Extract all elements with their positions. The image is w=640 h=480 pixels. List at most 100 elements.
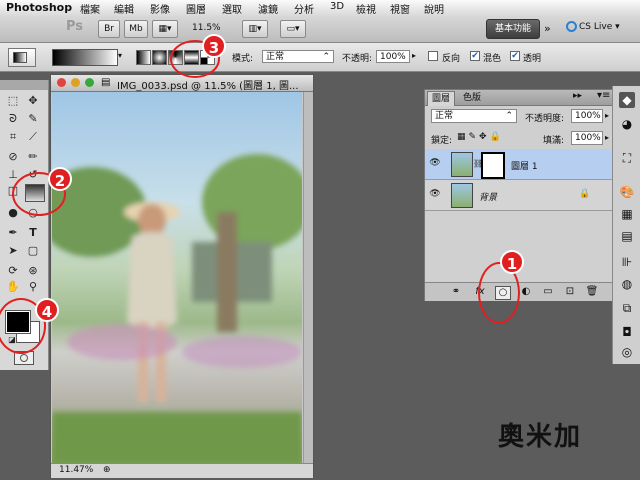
menu-layer[interactable]: 圖層 xyxy=(186,1,206,16)
zoom-tool-icon[interactable]: ⚲ xyxy=(25,280,41,294)
masks-icon[interactable]: ◍ xyxy=(619,276,635,292)
workspace-button[interactable]: 基本功能 xyxy=(486,19,540,39)
hand-tool-icon[interactable]: ✋ xyxy=(5,280,21,294)
lasso-tool-icon[interactable]: ᘐ xyxy=(5,112,21,126)
app-menu[interactable]: Photoshop xyxy=(6,1,72,14)
arrange-documents-button[interactable]: ▥▾ xyxy=(242,20,268,38)
3d-rotate-tool-icon[interactable]: ⟳ xyxy=(5,264,21,278)
radial-gradient-button[interactable] xyxy=(152,50,167,65)
zoom-level[interactable]: 11.5% xyxy=(192,23,221,33)
layer-blend-mode-select[interactable]: 正常 ⌃ xyxy=(431,109,517,123)
tab-layers[interactable]: 圖層 xyxy=(427,91,456,106)
gradient-picker[interactable] xyxy=(52,49,118,66)
visibility-eye-icon[interactable]: 👁 xyxy=(429,189,441,199)
maximize-icon[interactable] xyxy=(85,78,94,87)
menu-view[interactable]: 檢視 xyxy=(356,1,376,16)
minimize-icon[interactable] xyxy=(71,78,80,87)
menu-filter[interactable]: 濾鏡 xyxy=(258,1,278,16)
visibility-eye-icon[interactable]: 👁 xyxy=(429,158,441,168)
transparency-label: 透明 xyxy=(523,54,542,64)
histogram-icon[interactable]: ◎ xyxy=(619,344,635,360)
screen-mode-button[interactable]: ▭▾ xyxy=(280,20,306,38)
status-info-icon[interactable]: ⊕ xyxy=(103,465,111,475)
styles-icon[interactable]: ▤ xyxy=(619,228,635,244)
layer-thumbnail[interactable] xyxy=(451,152,473,177)
collapse-panel-icon[interactable]: ▸▸ xyxy=(573,91,582,101)
3d-orbit-tool-icon[interactable]: ⊛ xyxy=(25,264,41,278)
layer-name[interactable]: 圖層 1 xyxy=(511,159,538,172)
tab-channels[interactable]: 色版 xyxy=(459,91,485,105)
path-selection-tool-icon[interactable]: ➤ xyxy=(5,244,21,258)
document-title: IMG_0033.psd @ 11.5% (圖層 1, 圖... xyxy=(117,81,299,92)
link-layers-icon[interactable]: ⚭ xyxy=(449,286,463,298)
transparency-checkbox[interactable]: ✔ xyxy=(510,51,520,61)
pen-tool-icon[interactable]: ✒ xyxy=(5,226,21,240)
cs-live-button[interactable]: CS Live ▾ xyxy=(566,21,620,32)
delete-layer-icon[interactable]: 🗑 xyxy=(585,286,599,298)
fill-field[interactable]: 100% xyxy=(571,131,603,145)
linear-gradient-button[interactable] xyxy=(136,50,151,65)
opacity-dropdown-icon[interactable]: ▸ xyxy=(412,51,416,60)
eyedropper-tool-icon[interactable]: ⟋ xyxy=(25,130,41,144)
lock-options-icon[interactable]: ▦✎✥🔒 xyxy=(457,132,504,142)
layer-row-background[interactable]: 👁 背景 🔒 xyxy=(425,180,612,211)
panel-menu-icon[interactable]: ▾≡ xyxy=(597,90,610,101)
tools-panel-header[interactable] xyxy=(0,80,48,90)
mode-select[interactable]: 正常 ⌃ xyxy=(262,50,334,63)
menu-file[interactable]: 檔案 xyxy=(80,1,100,16)
fill-arrow-icon[interactable]: ▸ xyxy=(605,133,609,142)
gradient-dropdown-icon[interactable]: ▾ xyxy=(118,51,122,60)
navigator-icon[interactable]: ⛶ xyxy=(619,150,635,166)
move-tool-icon[interactable]: ✥ xyxy=(25,94,41,108)
menu-help[interactable]: 說明 xyxy=(424,1,444,16)
menu-window[interactable]: 視窗 xyxy=(390,1,410,16)
brush-tool-icon[interactable]: ✏ xyxy=(25,150,41,164)
dither-label: 混色 xyxy=(483,54,502,64)
zoom-percentage[interactable]: 11.47% xyxy=(59,465,93,475)
menu-analysis[interactable]: 分析 xyxy=(294,1,314,16)
crop-tool-icon[interactable]: ⌗ xyxy=(5,130,21,144)
layer-mask-thumbnail[interactable] xyxy=(481,152,505,179)
watermark-logo: 奧米加 xyxy=(498,422,583,452)
new-layer-icon[interactable]: ⊡ xyxy=(563,286,577,298)
vertical-scrollbar[interactable] xyxy=(303,92,313,463)
menu-edit[interactable]: 編輯 xyxy=(114,1,134,16)
bridge-button[interactable]: Br xyxy=(98,20,120,38)
quick-select-tool-icon[interactable]: ✎ xyxy=(25,112,41,126)
reverse-checkbox[interactable] xyxy=(428,51,438,61)
menu-3d[interactable]: 3D xyxy=(330,1,344,12)
layer-opacity-field[interactable]: 100% xyxy=(571,109,603,123)
tool-preset-picker[interactable] xyxy=(8,48,36,67)
3d-panel-icon[interactable]: ◆ xyxy=(619,92,635,108)
channels-icon[interactable]: ⧉ xyxy=(619,300,635,316)
close-icon[interactable] xyxy=(57,78,66,87)
menu-select[interactable]: 選取 xyxy=(222,1,242,16)
layer-opacity-arrow-icon[interactable]: ▸ xyxy=(605,111,609,120)
canvas-photo[interactable] xyxy=(52,92,302,463)
dither-checkbox[interactable]: ✔ xyxy=(470,51,480,61)
layer-opacity-label: 不透明度: xyxy=(525,114,565,124)
document-title-bar[interactable]: ▤ IMG_0033.psd @ 11.5% (圖層 1, 圖... xyxy=(51,75,313,92)
callout-badge-1: 1 xyxy=(500,250,524,274)
workspace-switcher-icon[interactable]: » xyxy=(544,22,551,35)
view-extras-button[interactable]: ▦▾ xyxy=(152,20,178,38)
minibridge-button[interactable]: Mb xyxy=(124,20,148,38)
healing-brush-tool-icon[interactable]: ⊘ xyxy=(5,150,21,164)
marquee-tool-icon[interactable]: ⬚ xyxy=(5,94,21,108)
adjustments-icon[interactable]: ⊪ xyxy=(619,254,635,270)
callout-badge-2: 2 xyxy=(48,167,72,191)
photo-illustration xyxy=(52,154,302,463)
new-group-icon[interactable]: ▭ xyxy=(541,286,555,298)
layer-name[interactable]: 背景 xyxy=(479,190,497,203)
menu-image[interactable]: 影像 xyxy=(150,1,170,16)
3d-light-icon[interactable]: ◕ xyxy=(619,116,635,132)
shape-tool-icon[interactable]: ▢ xyxy=(25,244,41,258)
adjustment-layer-icon[interactable]: ◐ xyxy=(519,286,533,298)
color-panel-icon[interactable]: 🎨 xyxy=(619,184,635,200)
swatches-icon[interactable]: ▦ xyxy=(619,206,635,222)
layer-thumbnail[interactable] xyxy=(451,183,473,208)
type-tool-icon[interactable]: T xyxy=(25,226,41,240)
paths-icon[interactable]: ◘ xyxy=(619,324,635,340)
opacity-field[interactable]: 100% xyxy=(376,50,410,63)
layer-row-layer1[interactable]: 👁 ⛓ 圖層 1 xyxy=(425,149,612,180)
